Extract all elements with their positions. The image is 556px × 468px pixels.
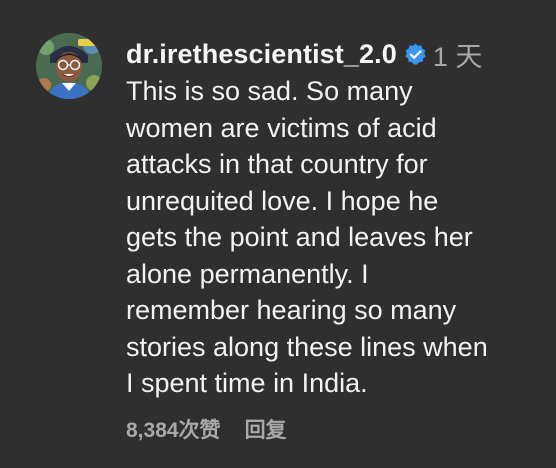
verified-badge-icon (403, 42, 428, 67)
comment-body: dr.irethescientist_2.0 1 天 This is so sa… (126, 34, 540, 402)
comment-header: dr.irethescientist_2.0 1 天 (126, 34, 540, 74)
reply-button[interactable]: 回复 (245, 414, 287, 444)
like-count[interactable]: 8,384次赞 (126, 414, 221, 444)
comment-text: This is so sad. So many women are victim… (126, 76, 488, 398)
avatar-image (36, 33, 102, 99)
comment-actions: 8,384次赞 回复 (126, 414, 287, 444)
username-link[interactable]: dr.irethescientist_2.0 (126, 39, 397, 70)
comment-timestamp: 1 天 (432, 41, 483, 72)
avatar[interactable] (36, 33, 102, 99)
